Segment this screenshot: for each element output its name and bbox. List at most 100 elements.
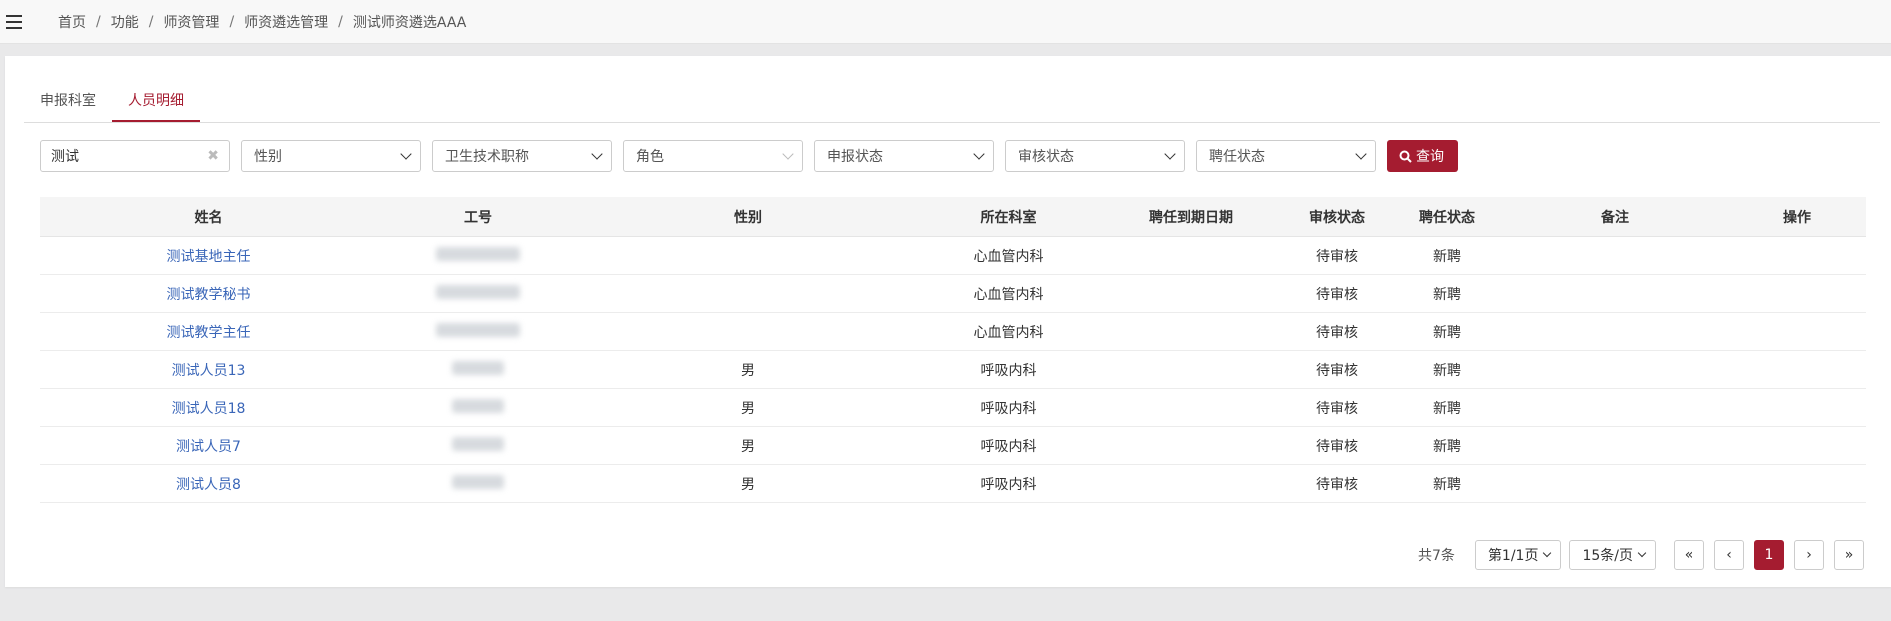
department-cell: 心血管内科 (973, 324, 1044, 341)
prev-page-button[interactable]: ‹ (1714, 540, 1744, 570)
employee-id-redacted (436, 246, 520, 261)
employee-id-redacted (452, 360, 504, 375)
department-cell: 呼吸内科 (980, 400, 1037, 417)
top-bar: 首页 / 功能 / 师资管理 / 师资遴选管理 / 测试师资遴选AAA (0, 0, 1891, 44)
pagination: 共7条 第1/1页 15条/页 « ‹ 1 › » (1418, 539, 1864, 571)
main-panel: 申报科室 人员明细 测试 ✖ 性别 卫生技术职称 角色 申报状态 审核状态 聘任… (5, 56, 1891, 587)
gender-cell: 男 (741, 400, 755, 417)
chevron-down-icon (1164, 148, 1176, 160)
audit-status-cell: 待审核 (1316, 286, 1358, 303)
last-page-button[interactable]: » (1834, 540, 1864, 570)
hire-status-cell: 新聘 (1433, 438, 1461, 455)
audit-status-select[interactable]: 审核状态 (1005, 140, 1185, 172)
tab-bar: 申报科室 人员明细 (24, 80, 1880, 123)
audit-status-cell: 待审核 (1316, 476, 1358, 493)
chevron-down-icon (973, 148, 985, 160)
chevron-down-icon (400, 148, 412, 160)
chevron-down-icon (1543, 548, 1552, 558)
employee-id-redacted (452, 398, 504, 413)
audit-status-cell: 待审核 (1316, 362, 1358, 379)
department-cell: 呼吸内科 (980, 476, 1037, 493)
page-size-select-value: 15条/页 (1582, 548, 1633, 564)
table-row: 测试人员7 男 呼吸内科 待审核 新聘 (40, 427, 1866, 465)
header-gender[interactable]: 性别 (579, 207, 917, 227)
header-expiry[interactable]: 聘任到期日期 (1100, 207, 1282, 227)
first-page-button[interactable]: « (1674, 540, 1704, 570)
person-name-link[interactable]: 测试人员8 (176, 477, 241, 493)
breadcrumb-item-home[interactable]: 首页 (58, 12, 86, 32)
chevron-down-icon (1355, 148, 1367, 160)
apply-status-select[interactable]: 申报状态 (814, 140, 994, 172)
employee-id-redacted (436, 284, 520, 299)
breadcrumb-separator: / (229, 13, 235, 30)
chevron-down-icon (1637, 548, 1647, 558)
table-row: 测试教学秘书 心血管内科 待审核 新聘 (40, 275, 1866, 313)
person-name-link[interactable]: 测试人员13 (172, 363, 246, 379)
breadcrumb-separator: / (338, 13, 343, 30)
gender-cell: 男 (741, 438, 755, 455)
audit-status-cell: 待审核 (1316, 438, 1358, 455)
chevron-down-icon (782, 148, 794, 160)
person-name-link[interactable]: 测试人员7 (176, 439, 241, 455)
department-cell: 呼吸内科 (980, 438, 1037, 455)
table-header: 姓名 工号 性别 所在科室 聘任到期日期 审核状态 聘任状态 备注 操作 (40, 197, 1866, 237)
table-row: 测试教学主任 心血管内科 待审核 新聘 (40, 313, 1866, 351)
keyword-input[interactable]: 测试 ✖ (40, 140, 230, 172)
breadcrumb-item-current: 测试师资遴选AAA (352, 14, 467, 31)
hire-status-select[interactable]: 聘任状态 (1196, 140, 1376, 172)
hamburger-menu-icon[interactable] (6, 14, 24, 29)
tab-personnel-detail[interactable]: 人员明细 (112, 80, 200, 122)
hire-status-cell: 新聘 (1433, 324, 1461, 341)
table-row: 测试人员8 男 呼吸内科 待审核 新聘 (40, 465, 1866, 503)
audit-status-cell: 待审核 (1316, 400, 1358, 417)
hire-status-cell: 新聘 (1433, 476, 1461, 493)
filter-bar: 测试 ✖ 性别 卫生技术职称 角色 申报状态 审核状态 聘任状态 查询 (40, 140, 1458, 172)
clear-icon[interactable]: ✖ (207, 148, 219, 164)
audit-status-cell: 待审核 (1316, 324, 1358, 341)
breadcrumb-item-faculty-selection[interactable]: 师资遴选管理 (244, 12, 328, 32)
table-row: 测试人员13 男 呼吸内科 待审核 新聘 (40, 351, 1866, 389)
page-size-select[interactable]: 15条/页 (1569, 540, 1656, 570)
title-select[interactable]: 卫生技术职称 (432, 140, 612, 172)
next-page-button[interactable]: › (1794, 540, 1824, 570)
gender-select-value: 性别 (254, 149, 282, 165)
department-cell: 心血管内科 (973, 248, 1044, 265)
search-button[interactable]: 查询 (1387, 140, 1458, 172)
hire-status-cell: 新聘 (1433, 400, 1461, 417)
person-name-link[interactable]: 测试人员18 (172, 401, 246, 417)
page-select[interactable]: 第1/1页 (1474, 540, 1562, 570)
header-department[interactable]: 所在科室 (917, 207, 1100, 227)
header-note[interactable]: 备注 (1502, 207, 1728, 227)
header-name[interactable]: 姓名 (40, 207, 377, 227)
role-select-value: 角色 (636, 149, 664, 165)
tab-department[interactable]: 申报科室 (24, 80, 112, 122)
audit-status-select-value: 审核状态 (1018, 149, 1074, 165)
personnel-table: 姓名 工号 性别 所在科室 聘任到期日期 审核状态 聘任状态 备注 操作 测试基… (40, 197, 1866, 503)
person-name-link[interactable]: 测试教学秘书 (167, 287, 251, 303)
person-name-link[interactable]: 测试基地主任 (167, 249, 251, 265)
title-select-value: 卫生技术职称 (445, 149, 529, 165)
hire-status-select-value: 聘任状态 (1209, 149, 1265, 165)
hire-status-cell: 新聘 (1433, 362, 1461, 379)
gender-select[interactable]: 性别 (241, 140, 421, 172)
breadcrumb: 首页 / 功能 / 师资管理 / 师资遴选管理 / 测试师资遴选AAA (58, 12, 466, 32)
role-select[interactable]: 角色 (623, 140, 803, 172)
breadcrumb-item-function[interactable]: 功能 (111, 12, 139, 32)
current-page-button[interactable]: 1 (1754, 540, 1784, 570)
search-icon (1399, 150, 1412, 163)
employee-id-redacted (452, 436, 504, 451)
breadcrumb-item-faculty-management[interactable]: 师资管理 (163, 12, 219, 32)
hire-status-cell: 新聘 (1433, 286, 1461, 303)
keyword-input-value: 测试 (51, 149, 79, 165)
search-button-label: 查询 (1416, 149, 1444, 165)
header-hire-status[interactable]: 聘任状态 (1392, 207, 1502, 227)
audit-status-cell: 待审核 (1316, 248, 1358, 265)
header-id[interactable]: 工号 (377, 207, 579, 227)
person-name-link[interactable]: 测试教学主任 (167, 325, 251, 341)
gender-cell: 男 (741, 476, 755, 493)
gender-cell: 男 (741, 362, 755, 379)
header-audit-status[interactable]: 审核状态 (1282, 207, 1392, 227)
header-actions[interactable]: 操作 (1728, 207, 1866, 227)
breadcrumb-separator: / (148, 13, 154, 30)
hire-status-cell: 新聘 (1433, 248, 1461, 265)
